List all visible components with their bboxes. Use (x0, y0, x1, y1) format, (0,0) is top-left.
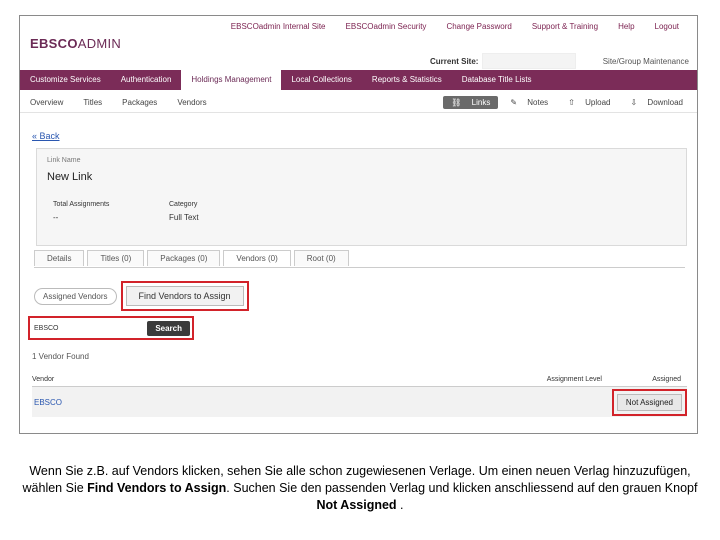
table-row: EBSCO Not Assigned (32, 387, 687, 417)
vendor-mode-toggle: Assigned Vendors Find Vendors to Assign (34, 281, 249, 311)
link-name-label: Link Name (47, 157, 81, 164)
results-count: 1 Vendor Found (32, 352, 89, 361)
find-vendors-highlight: Find Vendors to Assign (120, 281, 249, 311)
back-label: Back (39, 131, 60, 141)
link-details-panel: Link Name New Link Total Assignments -- … (36, 148, 687, 246)
current-site-label: Current Site: (430, 56, 479, 66)
category-label: Category (169, 201, 198, 208)
logo: EBSCOADMIN (30, 36, 121, 51)
subnav-actions: ⛓ Links ✎ Notes ⇧ Upload ⇩ Download (443, 95, 697, 109)
caption-bold-not-assigned: Not Assigned (316, 498, 397, 512)
tab-packages[interactable]: Packages (0) (147, 250, 221, 266)
download-button[interactable]: ⇩ Download (622, 96, 691, 109)
main-nav: Customize Services Authentication Holdin… (20, 70, 697, 90)
links-label: Links (471, 97, 491, 107)
col-assignment-level: Assignment Level (546, 375, 602, 383)
nav-authentication[interactable]: Authentication (111, 70, 182, 90)
top-link-help[interactable]: Help (608, 22, 644, 31)
top-link-logout[interactable]: Logout (645, 22, 689, 31)
upload-icon: ⇧ (568, 97, 578, 107)
link-name-value: New Link (47, 171, 93, 183)
caption-bold-find-vendors: Find Vendors to Assign (87, 481, 227, 495)
back-link[interactable]: « Back (32, 131, 60, 141)
download-icon: ⇩ (630, 97, 640, 107)
find-vendors-button[interactable]: Find Vendors to Assign (125, 286, 244, 306)
tab-titles[interactable]: Titles (0) (87, 250, 145, 266)
tab-divider (34, 267, 685, 268)
search-button[interactable]: Search (147, 320, 190, 336)
current-site-row: Current Site: Site/Group Maintenance (430, 53, 689, 69)
tab-vendors[interactable]: Vendors (0) (223, 250, 291, 266)
col-vendor: Vendor (32, 375, 55, 383)
assigned-vendors-button[interactable]: Assigned Vendors (34, 287, 117, 305)
caption-part-3: . (396, 498, 404, 512)
subnav-overview[interactable]: Overview (20, 98, 73, 107)
table-header: Vendor Assignment Level Assigned (32, 372, 687, 387)
notes-label: Notes (527, 97, 549, 107)
subnav-packages[interactable]: Packages (112, 98, 167, 107)
download-label: Download (647, 97, 683, 107)
links-button[interactable]: ⛓ Links (443, 95, 499, 109)
logo-bold: EBSCO (30, 36, 78, 51)
app-window: EBSCOadmin Internal Site EBSCOadmin Secu… (19, 15, 698, 434)
not-assigned-button[interactable]: Not Assigned (616, 393, 682, 411)
subnav-titles[interactable]: Titles (73, 98, 112, 107)
detail-tabs: Details Titles (0) Packages (0) Vendors … (34, 250, 349, 266)
top-link-security[interactable]: EBSCOadmin Security (336, 22, 437, 31)
tab-root[interactable]: Root (0) (293, 250, 349, 266)
nav-customize-services[interactable]: Customize Services (20, 70, 111, 90)
upload-button[interactable]: ⇧ Upload (560, 96, 618, 109)
upload-label: Upload (585, 97, 611, 107)
current-site-field (482, 53, 577, 69)
vendor-search-highlight: EBSCO Search (28, 316, 194, 340)
col-assigned: Assigned (652, 375, 681, 383)
top-link-support[interactable]: Support & Training (522, 22, 608, 31)
total-assignments-value: -- (53, 213, 59, 222)
top-link-change-password[interactable]: Change Password (436, 22, 521, 31)
subnav-vendors[interactable]: Vendors (167, 98, 216, 107)
double-chevron-left-icon: « (32, 131, 40, 141)
nav-local-collections[interactable]: Local Collections (281, 70, 361, 90)
sub-nav: Overview Titles Packages Vendors ⛓ Links… (20, 92, 697, 113)
vendor-results-table: Vendor Assignment Level Assigned EBSCO N… (32, 372, 687, 417)
instruction-caption: Wenn Sie z.B. auf Vendors klicken, sehen… (20, 463, 700, 514)
nav-holdings-management[interactable]: Holdings Management (181, 70, 282, 90)
not-assigned-highlight: Not Assigned (611, 388, 687, 416)
notes-button[interactable]: ✎ Notes (502, 96, 556, 109)
vendor-search-input[interactable]: EBSCO (34, 325, 147, 332)
logo-thin: ADMIN (77, 36, 122, 51)
site-group-maintenance-link[interactable]: Site/Group Maintenance (603, 57, 689, 66)
total-assignments-label: Total Assignments (53, 201, 110, 208)
top-links: EBSCOadmin Internal Site EBSCOadmin Secu… (221, 22, 689, 31)
nav-reports-statistics[interactable]: Reports & Statistics (362, 70, 452, 90)
nav-database-title-lists[interactable]: Database Title Lists (452, 70, 542, 90)
tab-details[interactable]: Details (34, 250, 85, 266)
link-icon: ⛓ (451, 97, 464, 107)
top-link-internal-site[interactable]: EBSCOadmin Internal Site (221, 22, 336, 31)
category-value: Full Text (169, 213, 199, 222)
vendor-link[interactable]: EBSCO (32, 398, 612, 407)
notes-icon: ✎ (510, 97, 520, 107)
caption-part-2: . Suchen Sie den passenden Verlag und kl… (226, 481, 698, 495)
